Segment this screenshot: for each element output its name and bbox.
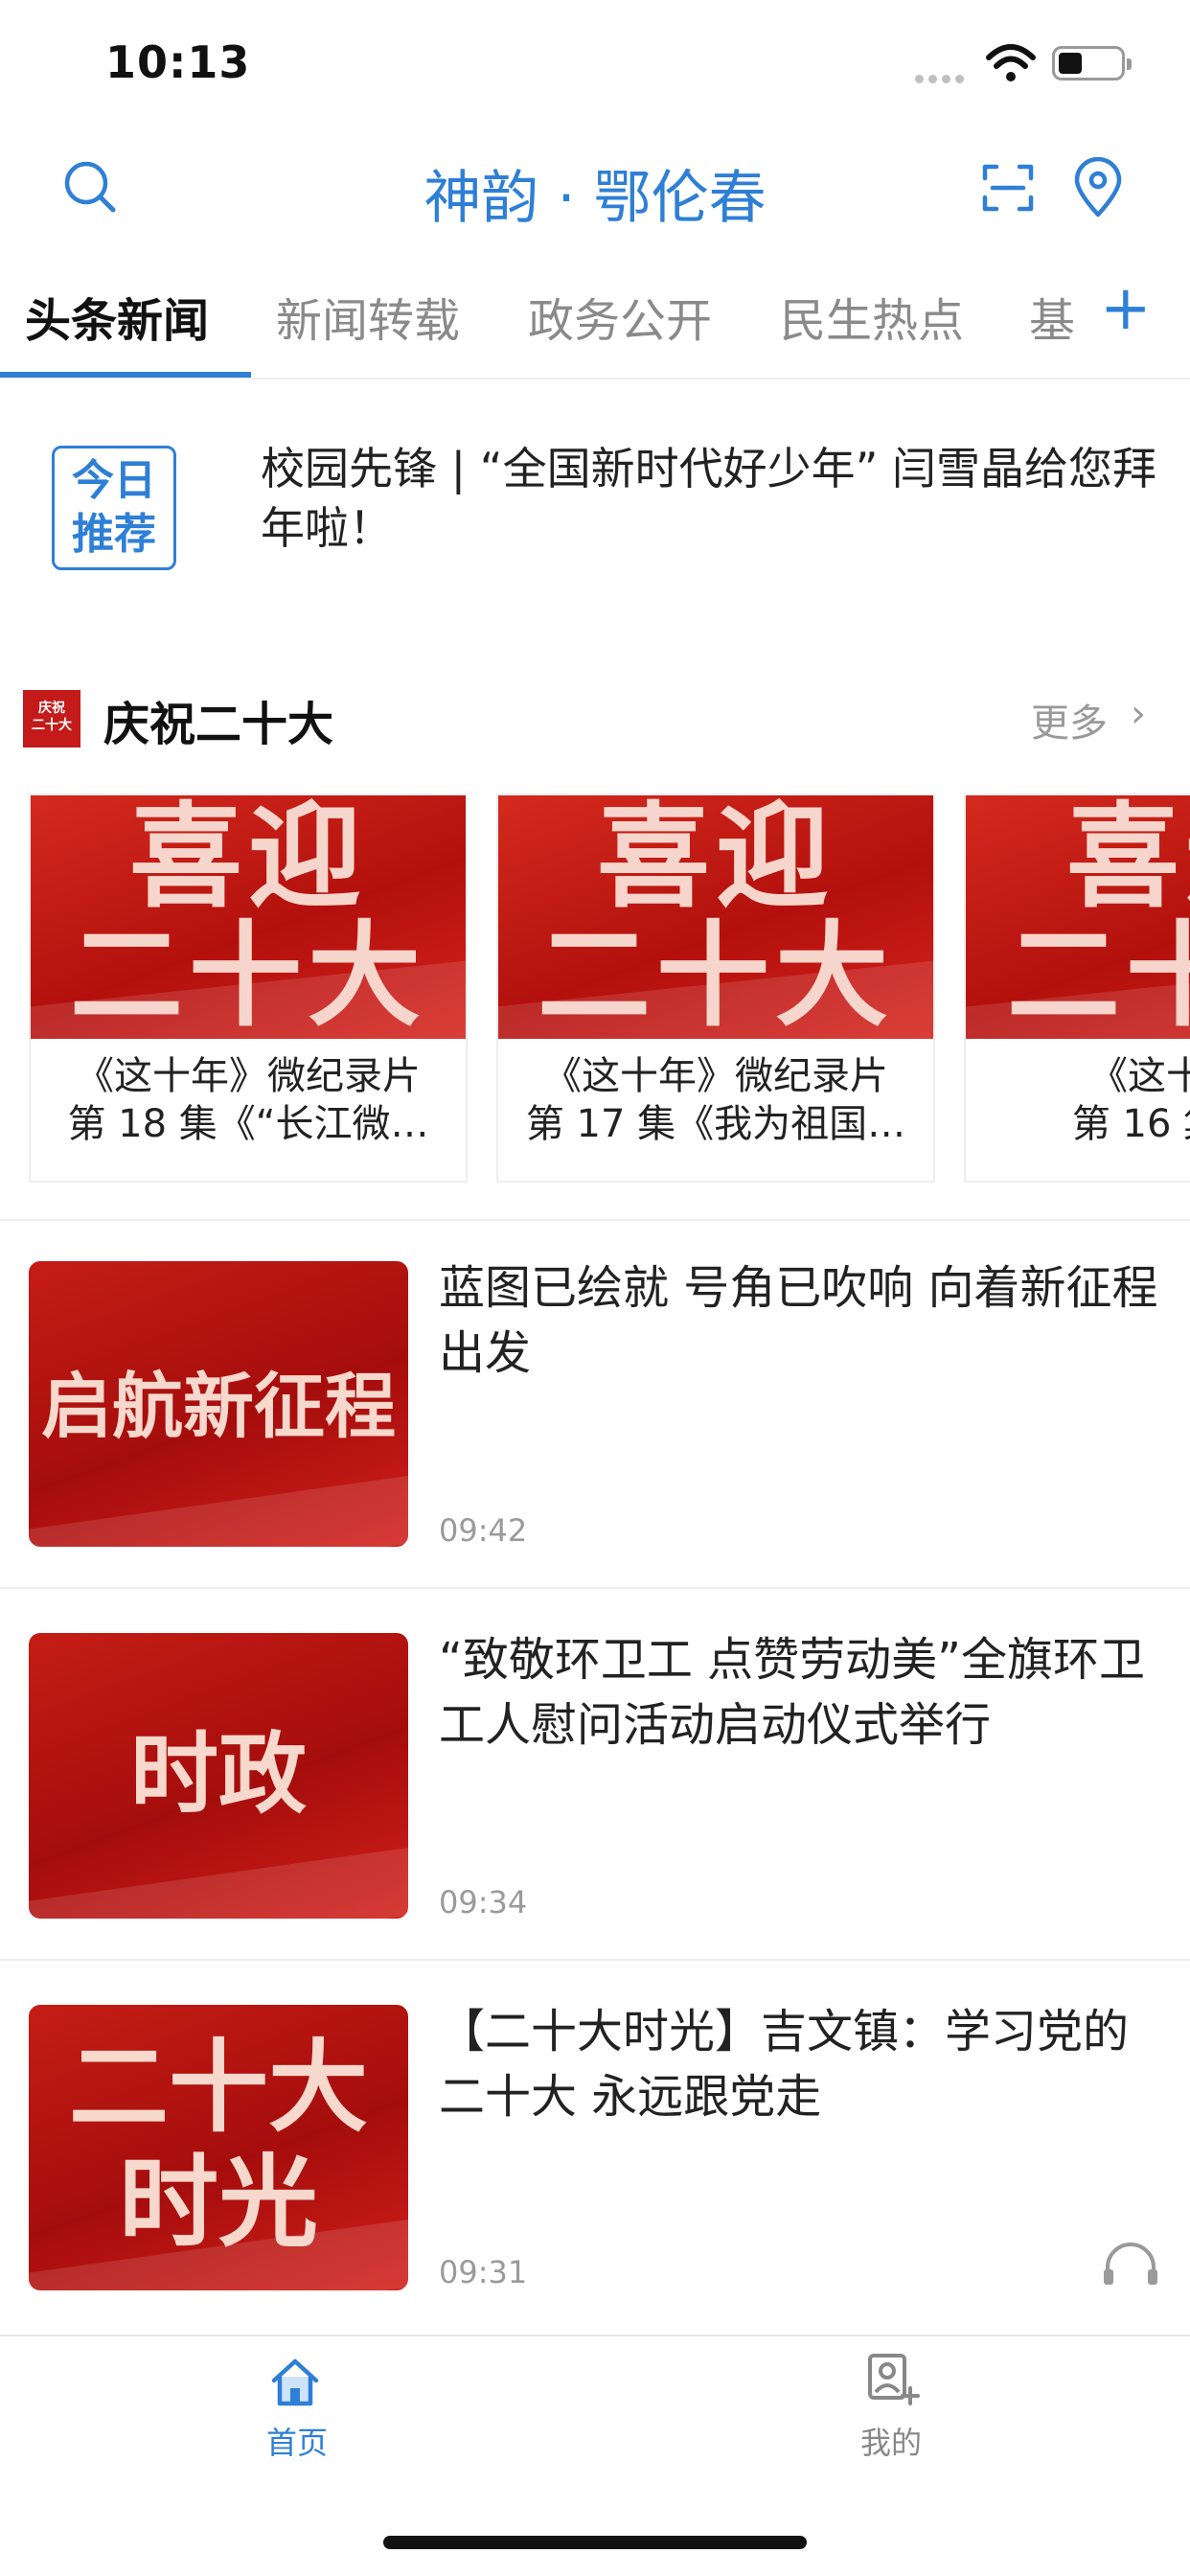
feature-card[interactable]: 喜迎 二十大 《这十年》微纪录片 第 17 集《我为祖国… bbox=[496, 794, 935, 1183]
divider bbox=[0, 1219, 1190, 1221]
headphones-icon[interactable] bbox=[1102, 2241, 1159, 2288]
home-icon[interactable] bbox=[268, 2356, 322, 2409]
card-image-text: 喜迎 bbox=[596, 795, 835, 923]
scan-icon[interactable] bbox=[981, 161, 1035, 215]
wifi-icon bbox=[986, 44, 1036, 81]
card-image-text: 二十大 bbox=[69, 909, 426, 1039]
more-link[interactable]: 更多 bbox=[1031, 692, 1108, 748]
news-thumbnail[interactable]: 启航新征程 bbox=[29, 1261, 408, 1547]
signal-icon bbox=[915, 69, 969, 87]
news-title[interactable]: 【二十大时光】吉文镇：学习党的二十大 永远跟党走 bbox=[439, 1999, 1167, 2129]
divider bbox=[0, 1587, 1190, 1589]
card-image: 喜迎 二十大 bbox=[966, 795, 1190, 1039]
card-caption: 《这十年》微纪录片 第 17 集《我为祖国… bbox=[498, 1052, 933, 1148]
location-pin-icon[interactable] bbox=[1071, 157, 1125, 218]
add-tab-button[interactable]: + bbox=[1100, 278, 1152, 339]
news-title[interactable]: 蓝图已绘就 号角已吹响 向着新征程出发 bbox=[439, 1255, 1167, 1386]
tab-government-affairs[interactable]: 政务公开 bbox=[528, 283, 712, 350]
card-image: 喜迎 二十大 bbox=[31, 795, 466, 1039]
feature-card[interactable]: 喜迎 二十大 《这十年》 第 16 集《乡 bbox=[964, 794, 1190, 1183]
divider bbox=[0, 1959, 1190, 1961]
card-caption: 《这十年》微纪录片 第 18 集《“长江微… bbox=[31, 1052, 466, 1148]
tab-headline-news[interactable]: 头条新闻 bbox=[25, 283, 209, 350]
thumbnail-text: 二十大 bbox=[68, 2029, 368, 2146]
card-caption-line: 《这十年》微纪录片 bbox=[543, 1054, 888, 1098]
battery-icon bbox=[1052, 46, 1132, 80]
news-time: 09:42 bbox=[439, 1512, 528, 1549]
news-thumbnail[interactable]: 时政 bbox=[29, 1633, 408, 1919]
thumbnail-text: 时政 bbox=[129, 1723, 307, 1826]
badge-line1: 今日 bbox=[72, 456, 156, 505]
card-image: 喜迎 二十大 bbox=[498, 795, 933, 1039]
section-title: 庆祝二十大 bbox=[103, 698, 334, 751]
thumbnail-text: 启航新征程 bbox=[41, 1366, 396, 1448]
news-thumbnail[interactable]: 二十大 时光 bbox=[29, 2005, 408, 2290]
card-caption-line: 《这十年》微纪录片 bbox=[76, 1054, 421, 1098]
tabs-divider bbox=[0, 378, 1190, 380]
today-recommend-badge: 今日 推荐 bbox=[52, 446, 176, 570]
chevron-right-icon[interactable]: › bbox=[1131, 692, 1146, 736]
tab-partial[interactable]: 基 bbox=[1029, 283, 1075, 350]
card-image-text: 二十大 bbox=[537, 909, 894, 1039]
nav-home-label[interactable]: 首页 bbox=[259, 2419, 335, 2463]
card-caption: 《这十年》 第 16 集《乡 bbox=[966, 1052, 1190, 1148]
card-caption-line: 第 17 集《我为祖国… bbox=[525, 1102, 906, 1146]
profile-icon[interactable] bbox=[864, 2350, 922, 2407]
tab-news-repost[interactable]: 新闻转载 bbox=[276, 283, 460, 350]
card-image-text: 喜迎 bbox=[128, 795, 367, 923]
nav-me-label[interactable]: 我的 bbox=[853, 2419, 929, 2463]
card-image-text: 二十大 bbox=[1006, 909, 1190, 1039]
card-caption-line: 第 18 集《“长江微… bbox=[67, 1102, 429, 1146]
news-time: 09:34 bbox=[439, 1884, 528, 1920]
card-image-text: 喜迎 bbox=[1065, 795, 1190, 923]
badge-line2: 推荐 bbox=[72, 510, 156, 559]
card-caption-line: 《这十年》 bbox=[1089, 1054, 1190, 1098]
section-logo: 庆祝 二十大 bbox=[23, 690, 80, 748]
home-indicator[interactable] bbox=[383, 2536, 807, 2549]
news-title[interactable]: “致敬环卫工 点赞劳动美”全旗环卫工人慰问活动启动仪式举行 bbox=[439, 1627, 1167, 1758]
news-time: 09:31 bbox=[439, 2254, 528, 2290]
tab-livelihood-hotspots[interactable]: 民生热点 bbox=[780, 283, 964, 350]
today-headline[interactable]: 校园先锋 | “全国新时代好少年” 闫雪晶给您拜年啦！ bbox=[261, 439, 1161, 558]
feature-card[interactable]: 喜迎 二十大 《这十年》微纪录片 第 18 集《“长江微… bbox=[29, 794, 468, 1183]
category-tabs: 头条新闻 新闻转载 政务公开 民生热点 基 bbox=[0, 283, 1190, 379]
thumbnail-text: 时光 bbox=[118, 2144, 318, 2261]
card-caption-line: 第 16 集《乡 bbox=[1071, 1102, 1190, 1146]
status-time: 10:13 bbox=[105, 36, 251, 88]
